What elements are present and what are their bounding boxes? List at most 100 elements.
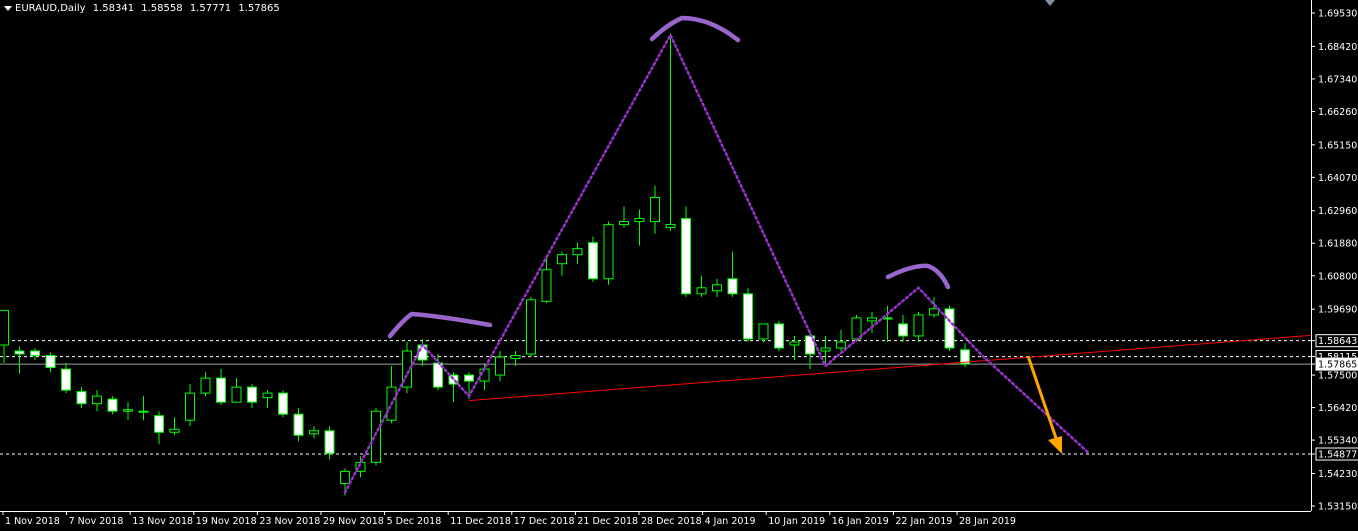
x-tick-label: 28 Dec 2018: [641, 516, 702, 527]
candle-body: [789, 341, 800, 346]
candle-body: [727, 278, 738, 295]
open-value: 1.58341: [92, 3, 135, 14]
candle-body: [758, 323, 769, 340]
candle-body: [138, 410, 149, 413]
horizontal-levels: [0, 340, 1311, 455]
head-arc: [649, 15, 741, 43]
y-tick-label: 1.66260: [1318, 107, 1357, 118]
low-value: 1.57771: [189, 3, 232, 14]
symbol-label: EURAUD,Daily: [15, 3, 86, 14]
candle-body: [619, 221, 629, 226]
y-tick-label: 1.60800: [1318, 271, 1357, 282]
x-tick-label: 21 Dec 2018: [577, 516, 638, 527]
y-tick-label: 1.55340: [1318, 436, 1357, 447]
y-tick-label: 1.62960: [1318, 206, 1357, 217]
shift-marker-icon[interactable]: [1045, 0, 1055, 6]
candle-body: [510, 355, 521, 360]
y-tick-label: 1.56420: [1318, 403, 1357, 414]
y-tick-label: 1.57500: [1318, 371, 1357, 382]
y-tick-label: 1.58643: [1318, 336, 1357, 347]
candle-body: [45, 355, 56, 369]
candle-body: [681, 218, 691, 295]
x-tick-label: 10 Jan 2019: [768, 516, 825, 527]
candle-body: [231, 386, 242, 403]
y-tick-label: 1.53150: [1318, 502, 1357, 513]
x-tick-label: 23 Nov 2018: [259, 516, 320, 527]
candle-body: [836, 341, 846, 349]
pattern-zigzag-line: [343, 32, 1091, 494]
candle-body: [371, 410, 381, 463]
left-shoulder-arc: [387, 311, 493, 339]
candle-body: [61, 368, 71, 391]
y-tick-label: 1.61880: [1318, 239, 1357, 250]
candle-body: [712, 284, 722, 292]
candle-body: [309, 430, 319, 435]
candle-body: [588, 242, 598, 280]
neckline: [468, 334, 1312, 402]
candle-body: [944, 308, 955, 349]
candle-body: [200, 377, 211, 394]
y-tick-label: 1.57865: [1318, 360, 1357, 371]
close-value: 1.57865: [238, 3, 280, 14]
candle-body: [30, 350, 40, 357]
x-tick-label: 16 Jan 2019: [832, 516, 889, 527]
candle-body: [572, 248, 583, 256]
candle-body: [293, 413, 304, 436]
chart-header: EURAUD,Daily 1.58341 1.58558 1.57771 1.5…: [4, 3, 284, 14]
candle-body: [14, 350, 25, 355]
y-tick-label: 1.69530: [1318, 9, 1357, 20]
y-tick-label: 1.64070: [1318, 173, 1357, 184]
candle-body: [774, 323, 784, 349]
candle-body: [92, 395, 102, 405]
candle-body: [898, 323, 908, 337]
target-arrow-head: [1048, 436, 1062, 454]
right-shoulder-arc: [885, 263, 951, 290]
dropdown-triangle-icon[interactable]: [4, 5, 12, 11]
y-tick-label: 1.54877: [1318, 450, 1357, 461]
candle-body: [820, 347, 831, 352]
candle-body: [696, 287, 707, 295]
x-tick-label: 28 Jan 2019: [959, 516, 1016, 527]
y-tick-label: 1.65150: [1318, 140, 1357, 151]
candle-body: [541, 269, 552, 302]
y-tick-label: 1.68420: [1318, 42, 1357, 53]
x-tick-label: 19 Nov 2018: [196, 516, 257, 527]
high-value: 1.58558: [141, 3, 183, 14]
candles: [0, 33, 970, 496]
annotations: [343, 15, 1312, 494]
price-chart[interactable]: 1.69530 1.68420 1.67340 1.66260 1.65150 1.640…: [0, 0, 1358, 531]
candle-body: [913, 314, 924, 337]
x-tick-label: 11 Dec 2018: [450, 516, 511, 527]
candle-body: [665, 224, 676, 229]
candle-body: [650, 196, 660, 223]
candle-body: [867, 317, 877, 322]
x-tick-label: 13 Nov 2018: [132, 516, 193, 527]
candle-body: [526, 299, 536, 355]
candle-body: [557, 254, 567, 265]
candle-body: [743, 293, 753, 340]
candle-body: [76, 391, 87, 405]
candle-body: [247, 386, 257, 403]
candle-body: [929, 308, 939, 316]
candle-body: [324, 430, 335, 454]
candle-body: [169, 428, 180, 433]
candle-body: [0, 309, 9, 346]
candle-body: [464, 374, 474, 382]
x-tick-label: 17 Dec 2018: [514, 516, 575, 527]
candle-body: [107, 398, 118, 412]
candle-body: [154, 415, 164, 433]
y-tick-label: 1.54230: [1318, 469, 1357, 480]
x-tick-label: 4 Jan 2019: [705, 516, 756, 527]
candle-body: [603, 224, 614, 280]
axes: 1.69530 1.68420 1.67340 1.66260 1.65150 1.640…: [0, 0, 1358, 527]
candle-body: [495, 356, 505, 376]
y-tick-label: 1.59690: [1318, 305, 1357, 316]
x-tick-label: 22 Jan 2019: [895, 516, 952, 527]
candle-body: [634, 218, 645, 223]
candle-body: [278, 392, 288, 415]
candle-body: [340, 470, 350, 484]
y-tick-label: 1.67340: [1318, 74, 1357, 85]
candle-body: [123, 409, 133, 412]
candle-body: [216, 377, 226, 403]
chart-window[interactable]: 1.69530 1.68420 1.67340 1.66260 1.65150 1.640…: [0, 0, 1358, 531]
